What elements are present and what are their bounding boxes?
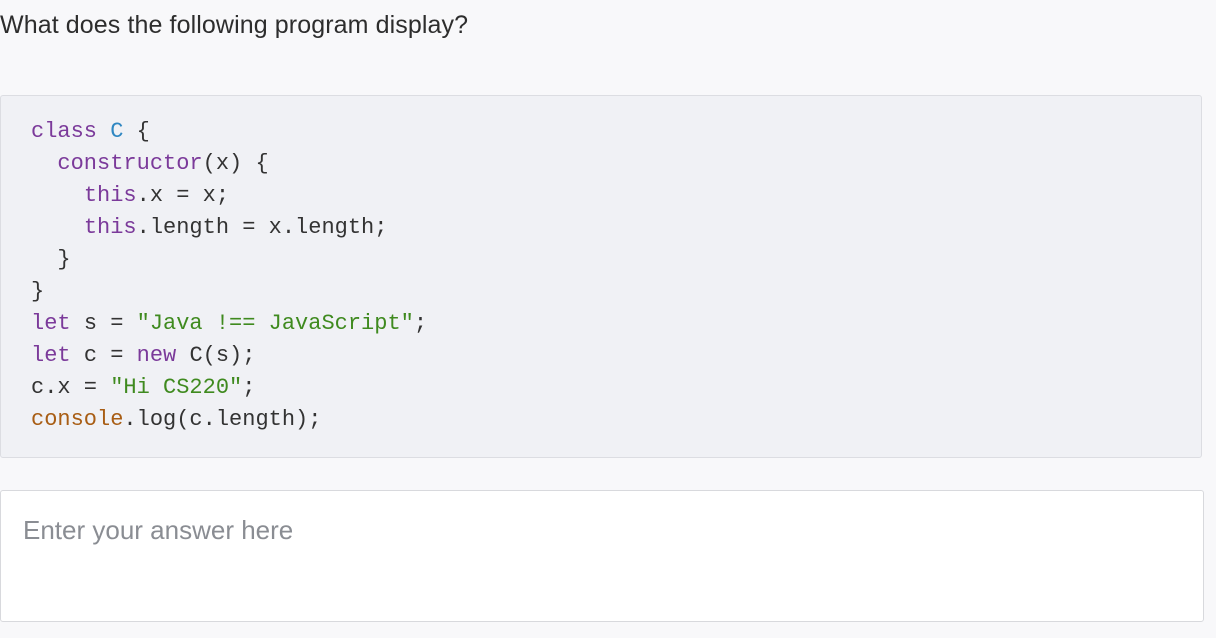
- code-token: .length = x.length;: [136, 215, 388, 240]
- code-block: class C { constructor(x) { this.x = x; t…: [0, 95, 1202, 458]
- code-line: this.length = x.length;: [31, 212, 1201, 244]
- code-line: }: [31, 276, 1201, 308]
- code-line: let s = "Java !== JavaScript";: [31, 308, 1201, 340]
- code-line: constructor(x) {: [31, 148, 1201, 180]
- code-line: class C {: [31, 116, 1201, 148]
- code-token: ;: [242, 375, 256, 400]
- code-token: constructor: [31, 151, 203, 176]
- code-line: this.x = x;: [31, 180, 1201, 212]
- code-token: .log(c.length);: [123, 407, 322, 432]
- question-text: What does the following program display?: [0, 11, 469, 39]
- code-token: (x) {: [202, 151, 269, 176]
- code-token: C: [110, 119, 124, 144]
- code-line: }: [31, 244, 1201, 276]
- code-token: this: [83, 183, 137, 208]
- code-token: let: [31, 343, 84, 368]
- quiz-page: What does the following program display?…: [0, 0, 1216, 638]
- code-token: class: [31, 119, 111, 144]
- code-token: c =: [83, 343, 137, 368]
- code-token: {: [123, 119, 150, 144]
- code-line: console.log(c.length);: [31, 404, 1201, 436]
- code-token: ;: [413, 311, 428, 336]
- code-token: new: [136, 343, 190, 368]
- code-token: "Java !== JavaScript": [136, 311, 414, 336]
- code-token: }: [31, 247, 71, 272]
- code-token: c.x =: [31, 375, 111, 400]
- code-line: let c = new C(s);: [31, 340, 1201, 372]
- code-token: s =: [83, 311, 137, 336]
- answer-input[interactable]: [0, 490, 1204, 622]
- code-token: .x = x;: [136, 183, 230, 208]
- code-token: "Hi CS220": [110, 375, 243, 400]
- code-line: c.x = "Hi CS220";: [31, 372, 1201, 404]
- code-token: this: [83, 215, 137, 240]
- code-token: let: [31, 311, 84, 336]
- code-token: console: [31, 407, 124, 432]
- code-token: C(s);: [189, 343, 256, 368]
- code-token: }: [31, 279, 45, 304]
